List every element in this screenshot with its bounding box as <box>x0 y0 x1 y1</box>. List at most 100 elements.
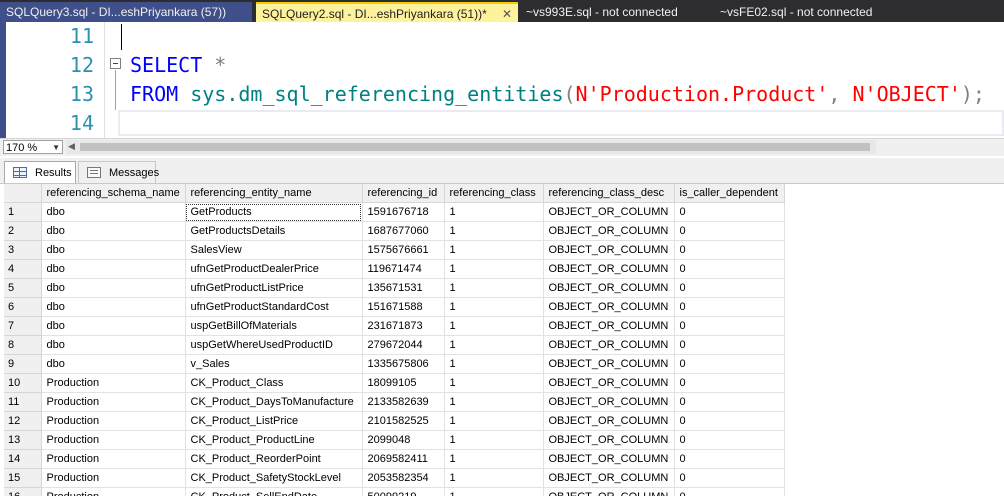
entity-name-cell[interactable]: ufnGetProductDealerPrice <box>185 259 363 279</box>
class-desc-cell[interactable]: OBJECT_OR_COLUMN <box>543 392 675 412</box>
schema-name-cell[interactable]: dbo <box>41 354 186 374</box>
referencing-class-cell[interactable]: 1 <box>444 449 544 469</box>
caller-dependent-cell[interactable]: 0 <box>674 240 785 260</box>
class-desc-cell[interactable]: OBJECT_OR_COLUMN <box>543 278 675 298</box>
scroll-left-icon[interactable]: ◀ <box>68 141 75 152</box>
schema-name-cell[interactable]: Production <box>41 373 186 393</box>
zoom-dropdown[interactable]: 170 % ▼ <box>3 140 63 154</box>
caller-dependent-cell[interactable]: 0 <box>674 202 785 222</box>
row-number[interactable]: 14 <box>4 449 42 469</box>
class-desc-cell[interactable]: OBJECT_OR_COLUMN <box>543 487 675 496</box>
table-row[interactable]: 7 dbo uspGetBillOfMaterials 231671873 1 OBJEC… <box>4 316 785 336</box>
caller-dependent-cell[interactable]: 0 <box>674 316 785 336</box>
class-desc-cell[interactable]: OBJECT_OR_COLUMN <box>543 297 675 317</box>
tab-messages[interactable]: Messages <box>78 161 159 183</box>
caller-dependent-cell[interactable]: 0 <box>674 259 785 279</box>
table-row[interactable]: 5 dbo ufnGetProductListPrice 135671531 1 OBJE… <box>4 278 785 298</box>
row-number[interactable]: 7 <box>4 316 42 336</box>
row-number[interactable]: 1 <box>4 202 42 222</box>
caller-dependent-cell[interactable]: 0 <box>674 430 785 450</box>
table-row[interactable]: 1 dbo GetProducts 1591676718 1 OBJECT_OR_COLU… <box>4 202 785 222</box>
caller-dependent-cell[interactable]: 0 <box>674 468 785 488</box>
referencing-class-cell[interactable]: 1 <box>444 202 544 222</box>
entity-name-cell[interactable]: uspGetWhereUsedProductID <box>185 335 363 355</box>
row-number[interactable]: 4 <box>4 259 42 279</box>
schema-name-cell[interactable]: dbo <box>41 240 186 260</box>
schema-name-cell[interactable]: Production <box>41 468 186 488</box>
caller-dependent-cell[interactable]: 0 <box>674 297 785 317</box>
referencing-class-cell[interactable]: 1 <box>444 335 544 355</box>
table-row[interactable]: 9 dbo v_Sales 1335675806 1 OBJECT_OR_COLUMN 0 <box>4 354 785 374</box>
column-header[interactable]: is_caller_dependent <box>674 184 785 203</box>
row-number[interactable]: 3 <box>4 240 42 260</box>
row-number[interactable]: 13 <box>4 430 42 450</box>
class-desc-cell[interactable]: OBJECT_OR_COLUMN <box>543 240 675 260</box>
entity-name-cell[interactable]: ufnGetProductStandardCost <box>185 297 363 317</box>
class-desc-cell[interactable]: OBJECT_OR_COLUMN <box>543 373 675 393</box>
referencing-id-cell[interactable]: 1335675806 <box>362 354 445 374</box>
class-desc-cell[interactable]: OBJECT_OR_COLUMN <box>543 354 675 374</box>
column-header[interactable]: referencing_class_desc <box>543 184 675 203</box>
referencing-class-cell[interactable]: 1 <box>444 411 544 431</box>
referencing-class-cell[interactable]: 1 <box>444 221 544 241</box>
schema-name-cell[interactable]: dbo <box>41 202 186 222</box>
schema-name-cell[interactable]: dbo <box>41 221 186 241</box>
class-desc-cell[interactable]: OBJECT_OR_COLUMN <box>543 468 675 488</box>
entity-name-cell[interactable]: uspGetBillOfMaterials <box>185 316 363 336</box>
caller-dependent-cell[interactable]: 0 <box>674 411 785 431</box>
column-header[interactable]: referencing_class <box>444 184 544 203</box>
schema-name-cell[interactable]: Production <box>41 411 186 431</box>
scrollbar-thumb[interactable] <box>80 143 870 151</box>
entity-name-cell[interactable]: CK_Product_SellEndDate <box>185 487 363 496</box>
referencing-id-cell[interactable]: 2069582411 <box>362 449 445 469</box>
referencing-id-cell[interactable]: 2133582639 <box>362 392 445 412</box>
row-number[interactable]: 9 <box>4 354 42 374</box>
row-number[interactable]: 2 <box>4 221 42 241</box>
schema-name-cell[interactable]: dbo <box>41 297 186 317</box>
class-desc-cell[interactable]: OBJECT_OR_COLUMN <box>543 335 675 355</box>
entity-name-cell[interactable]: SalesView <box>185 240 363 260</box>
table-row[interactable]: 15 Production CK_Product_SafetyStockLevel 2… <box>4 468 785 488</box>
referencing-class-cell[interactable]: 1 <box>444 316 544 336</box>
table-row[interactable]: 4 dbo ufnGetProductDealerPrice 119671474 1 OB… <box>4 259 785 279</box>
referencing-id-cell[interactable]: 231671873 <box>362 316 445 336</box>
referencing-id-cell[interactable]: 1575676661 <box>362 240 445 260</box>
tab-results[interactable]: Results <box>4 161 76 183</box>
entity-name-cell[interactable]: CK_Product_ListPrice <box>185 411 363 431</box>
close-icon[interactable]: ✕ <box>502 4 512 24</box>
referencing-class-cell[interactable]: 1 <box>444 354 544 374</box>
referencing-id-cell[interactable]: 2053582354 <box>362 468 445 488</box>
row-number[interactable]: 16 <box>4 487 42 496</box>
caller-dependent-cell[interactable]: 0 <box>674 373 785 393</box>
tab-sqlquery3[interactable]: SQLQuery3.sql - DI...eshPriyankara (57)) <box>0 2 252 22</box>
caller-dependent-cell[interactable]: 0 <box>674 335 785 355</box>
column-header[interactable]: referencing_id <box>362 184 445 203</box>
column-header[interactable]: referencing_schema_name <box>41 184 186 203</box>
table-row[interactable]: 3 dbo SalesView 1575676661 1 OBJECT_OR_COLUMN… <box>4 240 785 260</box>
referencing-id-cell[interactable]: 119671474 <box>362 259 445 279</box>
caller-dependent-cell[interactable]: 0 <box>674 392 785 412</box>
row-number[interactable]: 10 <box>4 373 42 393</box>
referencing-class-cell[interactable]: 1 <box>444 468 544 488</box>
results-grid[interactable]: referencing_schema_name referencing_enti… <box>4 184 1004 496</box>
class-desc-cell[interactable]: OBJECT_OR_COLUMN <box>543 316 675 336</box>
referencing-class-cell[interactable]: 1 <box>444 297 544 317</box>
class-desc-cell[interactable]: OBJECT_OR_COLUMN <box>543 221 675 241</box>
row-number[interactable]: 8 <box>4 335 42 355</box>
caller-dependent-cell[interactable]: 0 <box>674 487 785 496</box>
row-number-header[interactable] <box>4 184 42 203</box>
tab-sqlquery2[interactable]: SQLQuery2.sql - DI...eshPriyankara (51))… <box>256 2 518 22</box>
entity-name-cell[interactable]: CK_Product_Class <box>185 373 363 393</box>
table-row[interactable]: 11 Production CK_Product_DaysToManufacture… <box>4 392 785 412</box>
entity-name-cell[interactable]: CK_Product_SafetyStockLevel <box>185 468 363 488</box>
referencing-class-cell[interactable]: 1 <box>444 259 544 279</box>
referencing-id-cell[interactable]: 151671588 <box>362 297 445 317</box>
table-row[interactable]: 12 Production CK_Product_ListPrice 21015825… <box>4 411 785 431</box>
table-row[interactable]: 6 dbo ufnGetProductStandardCost 151671588 1 O… <box>4 297 785 317</box>
referencing-id-cell[interactable]: 1591676718 <box>362 202 445 222</box>
referencing-class-cell[interactable]: 1 <box>444 392 544 412</box>
referencing-id-cell[interactable]: 2099048 <box>362 430 445 450</box>
entity-name-cell[interactable]: GetProducts <box>185 202 363 222</box>
caller-dependent-cell[interactable]: 0 <box>674 449 785 469</box>
referencing-class-cell[interactable]: 1 <box>444 278 544 298</box>
